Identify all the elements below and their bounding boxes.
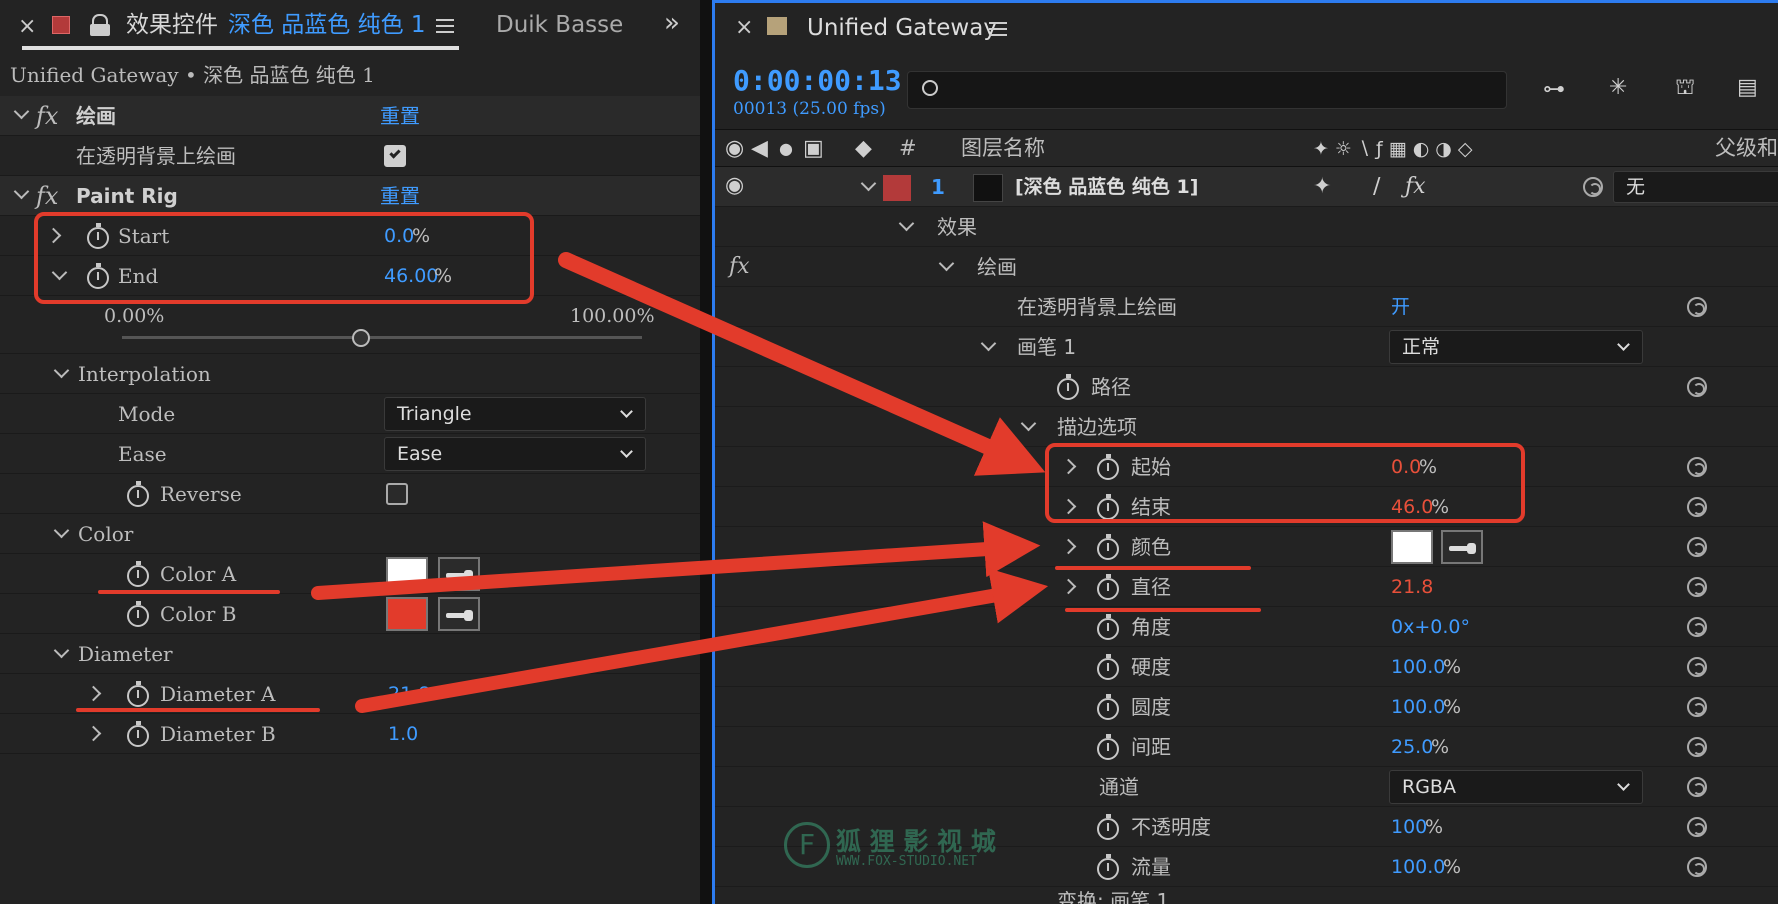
annotation-arrows [311,252,1049,713]
arrow-color-a-to-color [311,521,1041,600]
arrow-end-to-stroke-options [558,252,1046,476]
arrow-diameter-a-to-diameter [355,568,1049,713]
